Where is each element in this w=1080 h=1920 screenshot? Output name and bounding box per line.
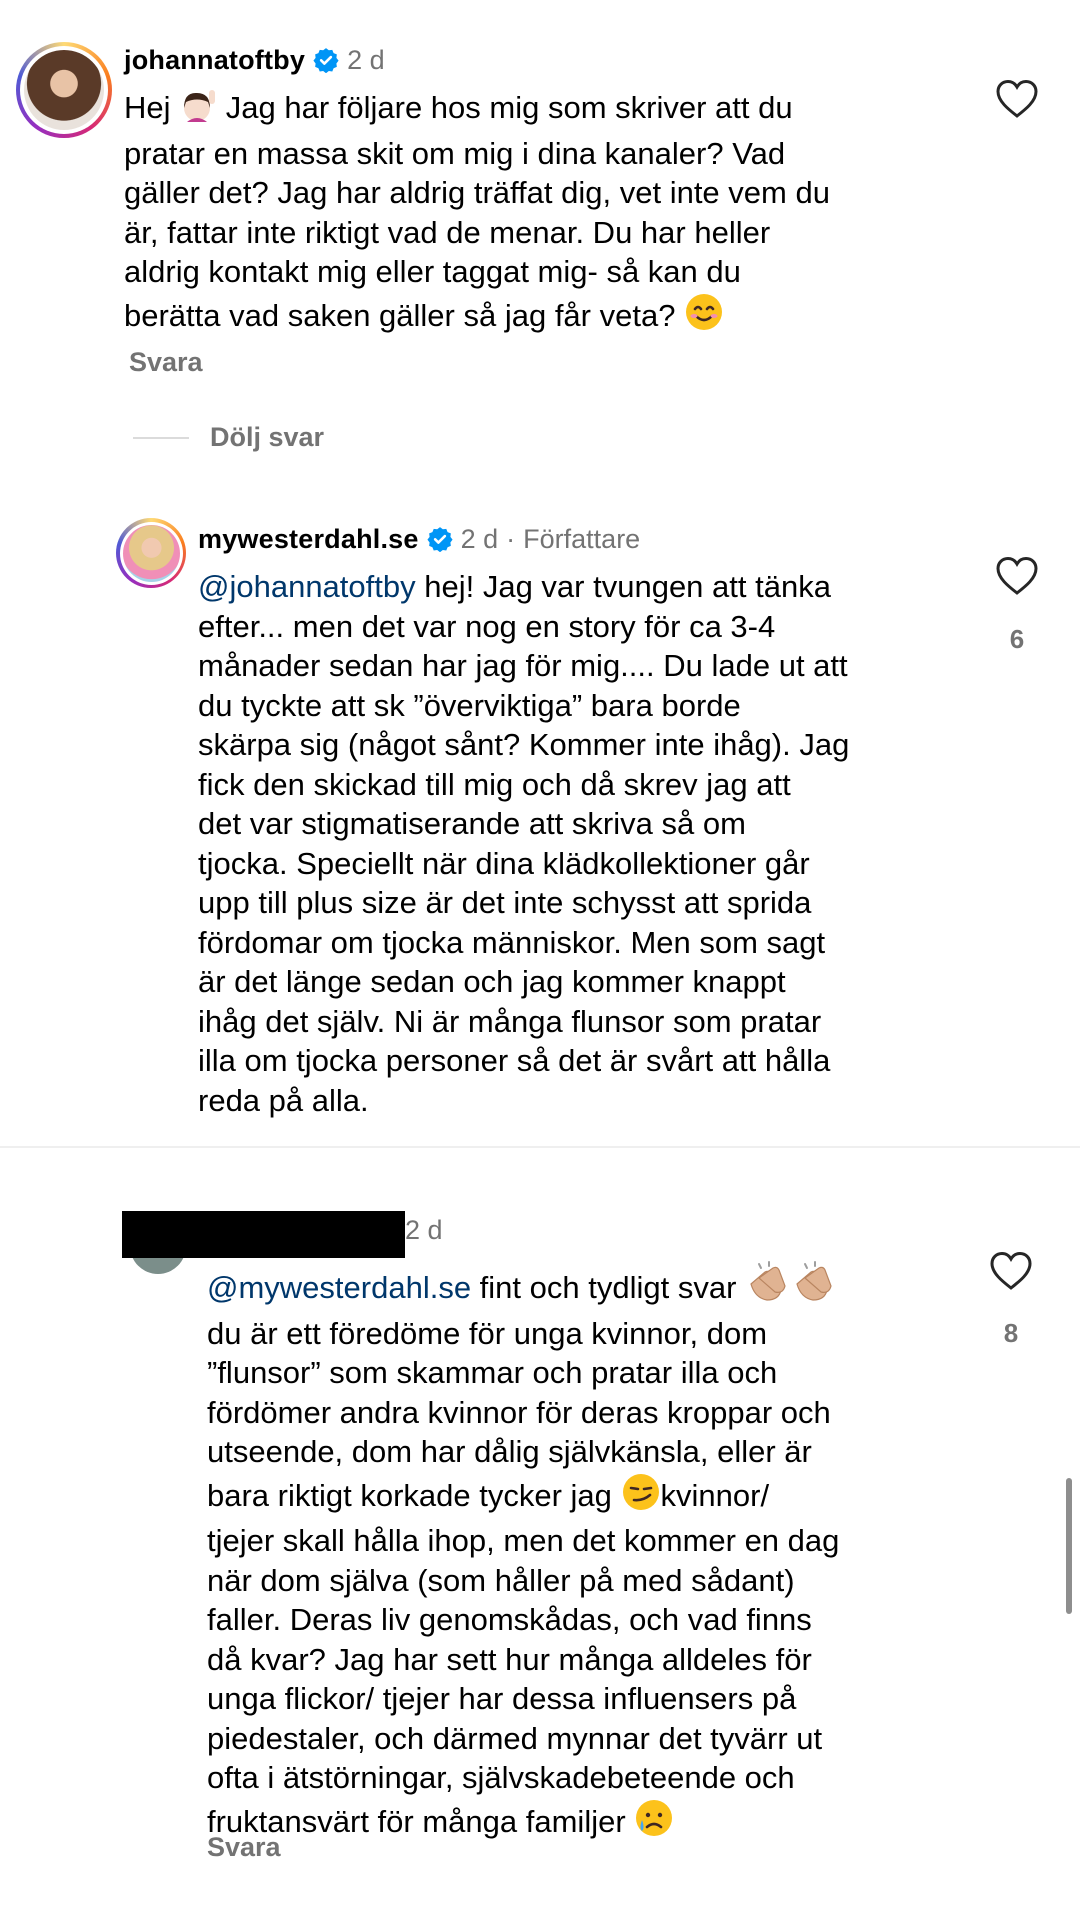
avatar-photo — [122, 524, 180, 582]
scrollbar-thumb[interactable] — [1066, 1478, 1072, 1614]
reply-username[interactable]: mywesterdahl.se — [198, 524, 419, 555]
redacted-username-block — [122, 1211, 405, 1258]
reply-text: @johannatoftby hej! Jag var tvungen att … — [198, 569, 850, 1118]
reply-button[interactable]: Svara — [129, 347, 203, 378]
meta-separator: · — [506, 523, 516, 554]
mention-link[interactable]: @johannatoftby — [198, 569, 416, 604]
avatar-mywesterdahl[interactable] — [116, 518, 186, 588]
hide-replies-button[interactable]: Dölj svar — [210, 422, 324, 453]
comment-time: 2 d — [347, 44, 385, 75]
reply-button[interactable]: Svara — [207, 1832, 281, 1863]
section-divider — [0, 1146, 1080, 1148]
avatar-photo — [24, 50, 104, 130]
mention-link[interactable]: @mywesterdahl.se — [207, 1270, 471, 1305]
like-count: 8 — [1003, 1318, 1019, 1348]
hide-replies-divider — [133, 437, 189, 439]
heart-icon[interactable] — [994, 555, 1040, 597]
heart-icon[interactable] — [988, 1250, 1034, 1292]
comment-username[interactable]: johannatoftby — [124, 45, 305, 76]
heart-icon[interactable] — [994, 78, 1040, 120]
smirking-face-emoji — [621, 1472, 661, 1522]
like-count: 6 — [1009, 624, 1025, 654]
crying-face-emoji — [634, 1798, 674, 1848]
reply-time: 2 d — [405, 1215, 443, 1245]
woman-raising-hand-emoji — [179, 88, 217, 134]
avatar-johannatoftby[interactable] — [16, 42, 112, 138]
clapping-hands-emoji — [745, 1260, 837, 1314]
author-label: Författare — [523, 523, 641, 554]
smiling-face-emoji — [684, 292, 724, 342]
comment-header: johannatoftby 2 d — [124, 42, 385, 78]
reply-text: @mywesterdahl.se fint och tydligt svar d… — [207, 1260, 987, 1847]
reply-header: mywesterdahl.se 2 d · Författare — [198, 521, 640, 557]
verified-badge-icon — [313, 48, 339, 73]
reply-time: 2 d — [460, 523, 499, 554]
comment-text: Hej Jag har följare hos mig som skriver … — [124, 88, 964, 341]
verified-badge-icon — [427, 527, 453, 552]
